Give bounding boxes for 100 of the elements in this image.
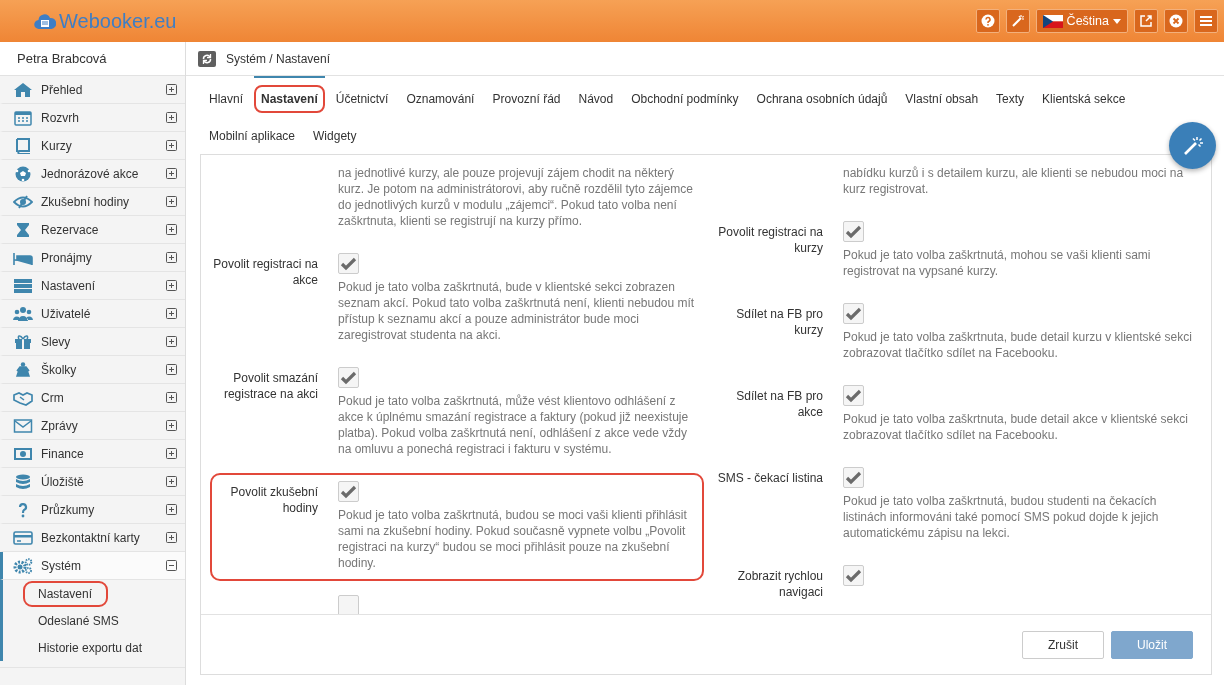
setting-description: Pokud je tato volba zaškrtnutá, bude v klientské sekci zobrazen seznam akcí. Pokud tato volba zaškrtnutá není, klienti nebudou mít přístup k seznamu akcí a pouze administrátor bude moci zaregistrovat studenta na akci. <box>338 279 696 343</box>
setting-description: Pokud je tato volba zaškrtnuta, bude detail akce v klientské sekci zobrazovat tlačítko sdílet na Facebooku. <box>843 411 1189 443</box>
expand-icon[interactable] <box>166 84 177 95</box>
sidebar-item[interactable]: Zprávy <box>0 412 185 440</box>
sidebar-item[interactable]: Crm <box>0 384 185 412</box>
collapse-icon[interactable] <box>166 560 177 571</box>
language-dropdown[interactable]: Čeština <box>1035 9 1128 33</box>
tab[interactable]: Účetnictví <box>328 76 396 113</box>
checkbox[interactable] <box>843 467 864 488</box>
wand-button[interactable] <box>1005 9 1030 33</box>
tab[interactable]: Provozní řád <box>485 76 568 113</box>
help-button[interactable] <box>975 9 1000 33</box>
gift-icon <box>13 333 33 350</box>
caret-icon <box>1113 18 1121 24</box>
expand-icon[interactable] <box>166 196 177 207</box>
expand-icon[interactable] <box>166 504 177 515</box>
house-icon <box>13 81 33 98</box>
expand-icon[interactable] <box>166 168 177 179</box>
expand-icon[interactable] <box>166 308 177 319</box>
database-icon <box>13 473 33 490</box>
submenu-item[interactable]: Odeslané SMS <box>23 607 135 634</box>
refresh-button[interactable] <box>198 50 216 67</box>
wand-button[interactable] <box>1169 122 1216 169</box>
expand-icon[interactable] <box>166 224 177 235</box>
server-icon <box>13 277 33 294</box>
expand-icon[interactable] <box>166 140 177 151</box>
tab[interactable]: Oznamování <box>399 76 482 113</box>
calendar-icon <box>13 109 33 126</box>
ball-icon <box>13 165 33 182</box>
logo-icon <box>34 11 56 31</box>
sidebar-item[interactable]: Jednorázové akce <box>0 160 185 188</box>
expand-icon[interactable] <box>166 364 177 375</box>
people-icon <box>13 305 33 322</box>
sidebar-item[interactable]: Úložiště <box>0 468 185 496</box>
submenu-item[interactable]: Nastavení <box>23 580 109 607</box>
sidebar-item[interactable]: Průzkumy <box>0 496 185 524</box>
setting-label: Sdílet na FB pro kurzy <box>736 307 823 337</box>
sidebar-item[interactable]: Nastavení <box>0 272 185 300</box>
sidebar-item[interactable]: Přehled <box>0 76 185 104</box>
submenu-item[interactable]: Historie exportu dat <box>23 634 159 661</box>
expand-icon[interactable] <box>166 252 177 263</box>
tab[interactable]: Vlastní obsah <box>898 76 986 113</box>
setting-description: Pokud je tato volba zaškrtnutá, mohou se vaši klienti sami registrovat na vypsané kurzy. <box>843 247 1152 279</box>
sidebar-item[interactable]: Uživatelé <box>0 300 185 328</box>
setting-label: Povolit registraci na akce <box>213 257 318 287</box>
expand-icon[interactable] <box>166 448 177 459</box>
setting-description: Pokud je tato volba zaškrtnutá, budou studenti na čekacích listinách informováni také pomocí SMS pokud dojde k jejich automatickému zápisu na lekci. <box>843 493 1160 541</box>
sidebar-item[interactable]: Systém <box>0 552 185 580</box>
card-icon <box>13 529 33 546</box>
checkbox[interactable] <box>843 221 864 242</box>
logo-text: Webooker.eu <box>59 9 177 34</box>
checkbox[interactable] <box>843 385 864 406</box>
sidebar-item[interactable]: Zkušební hodiny <box>0 188 185 216</box>
sidebar-item[interactable]: Pronájmy <box>0 244 185 272</box>
tab[interactable]: Návod <box>571 76 621 113</box>
book-icon <box>13 137 33 154</box>
cancel-button[interactable]: Zrušit <box>1022 630 1104 659</box>
tab[interactable]: Texty <box>989 76 1032 113</box>
user-name: Petra Brabcová <box>0 42 185 76</box>
checkbox[interactable] <box>338 253 359 274</box>
tab[interactable]: Ochrana osobních údajů <box>749 76 895 113</box>
setting-label: Sdílet na FB pro akce <box>736 389 823 419</box>
sidebar-item[interactable]: Školky <box>0 356 185 384</box>
help-icon <box>980 14 995 28</box>
expand-icon[interactable] <box>166 532 177 543</box>
tab[interactable]: Hlavní <box>202 76 250 113</box>
setting-label: SMS - čekací listina <box>717 471 823 485</box>
expand-icon[interactable] <box>166 420 177 431</box>
tab[interactable]: Mobilní aplikace <box>202 113 303 150</box>
close-icon <box>1169 14 1183 28</box>
checkbox[interactable] <box>843 565 864 586</box>
expand-icon[interactable] <box>166 476 177 487</box>
setting-description: na jednotlivé kurzy, ale pouze projevují zájem chodit na některý kurz. Je potom na administrátorovi, aby ručně rozdělil tyto zájemce do jednotlivých kurzů v modulu „zájemci“. Pokud tato volba není zaškrtnuta, klienti se registrují na kurzy přímo. <box>338 165 694 229</box>
checkbox[interactable] <box>338 481 359 502</box>
menu-button[interactable] <box>1194 9 1218 33</box>
checkbox[interactable] <box>338 595 359 615</box>
close-button[interactable] <box>1164 9 1188 33</box>
setting-description: Pokud je tato volba zaškrtnutá, může vést klientovo odhlášení z akce k úplnému smazání registrace a faktury (pokud již neexistuje platba). Pokud volba zaškrtnutá není, odhlášení z akce vede vždy na omluvu a ponechá registraci i fakturu v systému. <box>338 393 690 457</box>
setting-label: Povolit smazání registrace na akci <box>223 371 318 401</box>
checkbox[interactable] <box>338 367 359 388</box>
expand-icon[interactable] <box>166 336 177 347</box>
tab[interactable]: Klientská sekce <box>1035 76 1133 113</box>
eye-icon <box>13 193 33 210</box>
external-link-button[interactable] <box>1134 9 1158 33</box>
banknote-icon <box>13 445 33 462</box>
sidebar-item[interactable]: Rozvrh <box>0 104 185 132</box>
external-link-icon <box>1139 14 1153 28</box>
sidebar-item[interactable]: Rezervace <box>0 216 185 244</box>
setting-label: Zobrazit rychlou navigaci <box>737 569 823 599</box>
wand-icon <box>1010 14 1025 28</box>
expand-icon[interactable] <box>166 392 177 403</box>
checkbox[interactable] <box>843 303 864 324</box>
expand-icon[interactable] <box>166 112 177 123</box>
expand-icon[interactable] <box>166 280 177 291</box>
tab[interactable]: Widgety <box>306 113 364 150</box>
tab[interactable]: Obchodní podmínky <box>624 76 746 113</box>
sidebar-item[interactable]: Slevy <box>0 328 185 356</box>
sidebar-item[interactable]: Kurzy <box>0 132 185 160</box>
sidebar-item[interactable]: Finance <box>0 440 185 468</box>
flag-icon <box>1042 14 1063 28</box>
